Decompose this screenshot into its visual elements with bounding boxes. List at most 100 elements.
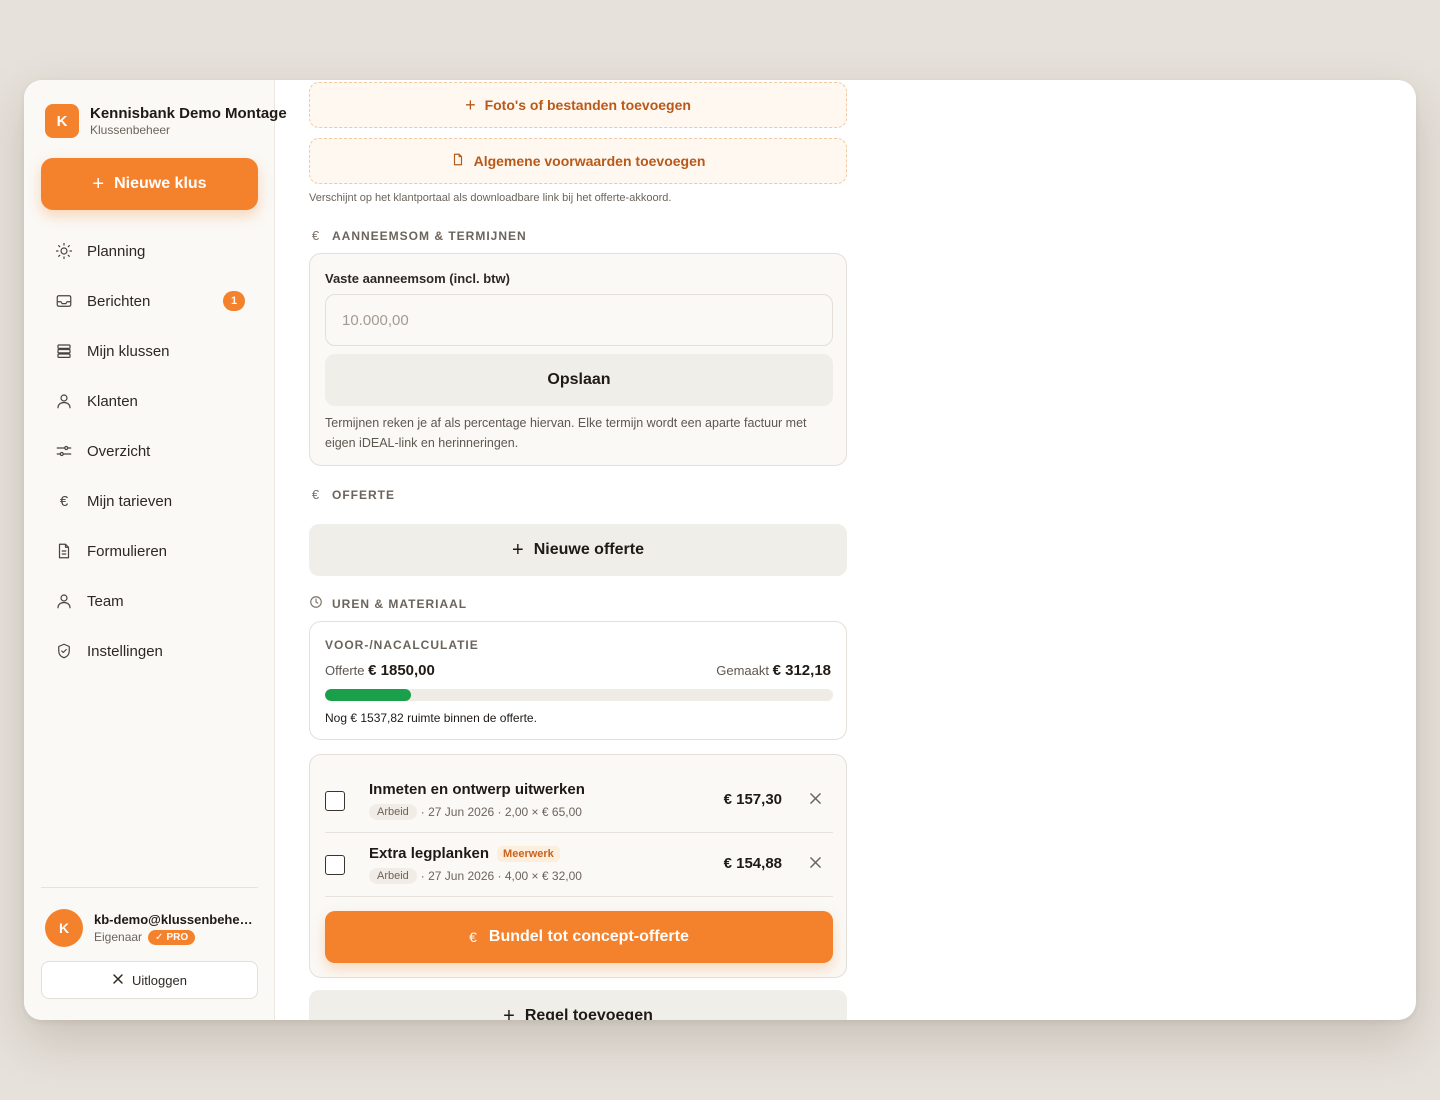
sidebar-nav: Planning Berichten 1 Mijn klussen Klante…	[41, 226, 258, 676]
check-icon: ✓	[155, 931, 164, 943]
sidebar-item-label: Overzicht	[87, 442, 151, 460]
close-icon	[809, 855, 821, 873]
row-title: Inmeten en ontwerp uitwerken	[369, 781, 585, 798]
sidebar-item-formulieren[interactable]: Formulieren	[41, 526, 258, 576]
divider	[41, 887, 258, 888]
unread-badge: 1	[223, 291, 245, 311]
type-tag: Arbeid	[369, 868, 417, 884]
row-meta: · 27 Jun 2026 · 2,00 × € 65,00	[420, 805, 582, 819]
sun-icon	[54, 241, 74, 261]
user-profile[interactable]: K kb-demo@klussenbeheer.nl Eigenaar ✓ PR…	[45, 909, 254, 947]
terms-hint: Verschijnt op het klantportaal als downl…	[309, 192, 672, 204]
bundle-to-quote-button[interactable]: € Bundel tot concept-offerte	[325, 911, 833, 963]
euro-icon: €	[469, 929, 477, 945]
main-content: + Foto's of bestanden toevoegen Algemene…	[275, 80, 1416, 1020]
list-item: Extra legplanken Meerwerk Arbeid · 27 Ju…	[325, 833, 833, 897]
line-items-card: Inmeten en ontwerp uitwerken Arbeid · 27…	[309, 754, 847, 978]
contract-card: Vaste aanneemsom (incl. btw) Opslaan Ter…	[309, 253, 847, 466]
sliders-icon	[54, 441, 74, 461]
close-icon	[112, 973, 124, 988]
row-checkbox[interactable]	[325, 791, 345, 811]
clock-icon	[309, 595, 323, 612]
row-amount: € 157,30	[723, 791, 782, 808]
remove-row-button[interactable]	[805, 854, 825, 874]
budget-progress-fill	[325, 689, 411, 701]
brand-subtitle: Klussenbeheer	[90, 123, 171, 137]
sidebar-item-berichten[interactable]: Berichten 1	[41, 276, 258, 326]
save-button[interactable]: Opslaan	[325, 354, 833, 406]
app-window: K Kennisbank Demo Montage Klussenbeheer …	[24, 80, 1416, 1020]
sidebar-item-label: Klanten	[87, 392, 138, 410]
row-meta: · 27 Jun 2026 · 4,00 × € 32,00	[420, 869, 582, 883]
sidebar-item-mijn-klussen[interactable]: Mijn klussen	[41, 326, 258, 376]
contract-amount-input[interactable]	[325, 294, 833, 346]
sidebar-item-label: Mijn tarieven	[87, 492, 173, 510]
new-job-label: Nieuwe klus	[114, 175, 207, 192]
extra-work-badge: Meerwerk	[497, 845, 560, 862]
budget-remaining-note: Nog € 1537,82 ruimte binnen de offerte.	[325, 711, 537, 725]
contract-section-title: € AANNEEMSOM & TERMIJNEN	[309, 228, 527, 243]
plus-icon: +	[465, 94, 476, 115]
remove-row-button[interactable]	[805, 790, 825, 810]
budget-progress-bar	[325, 689, 833, 701]
hours-section-title: UREN & MATERIAAL	[309, 595, 467, 612]
sidebar-item-label: Planning	[87, 242, 146, 260]
close-icon	[809, 791, 821, 809]
contract-field-label: Vaste aanneemsom (incl. btw)	[325, 271, 510, 286]
row-checkbox[interactable]	[325, 855, 345, 875]
sidebar-item-label: Team	[87, 592, 124, 610]
list-item: Inmeten en ontwerp uitwerken Arbeid · 27…	[325, 769, 833, 833]
sidebar-item-team[interactable]: Team	[41, 576, 258, 626]
user-icon	[54, 591, 74, 611]
add-terms-label: Algemene voorwaarden toevoegen	[473, 153, 706, 169]
quote-section-title: € OFFERTE	[309, 487, 395, 502]
plus-icon: +	[512, 539, 524, 561]
add-terms-button[interactable]: Algemene voorwaarden toevoegen	[309, 138, 847, 184]
euro-icon: €	[311, 487, 321, 502]
logout-button[interactable]: Uitloggen	[41, 961, 258, 999]
sidebar-item-overzicht[interactable]: Overzicht	[41, 426, 258, 476]
quote-total: Offerte € 1850,00	[325, 662, 435, 679]
pro-badge: ✓ PRO	[148, 929, 196, 945]
user-role: Eigenaar	[94, 930, 143, 944]
row-amount: € 154,88	[723, 855, 782, 872]
add-files-button[interactable]: + Foto's of bestanden toevoegen	[309, 82, 847, 128]
calculation-title: VOOR-/NACALCULATIE	[325, 638, 479, 652]
made-total: Gemaakt € 312,18	[716, 662, 831, 679]
document-icon	[451, 152, 465, 170]
sidebar-item-mijn-tarieven[interactable]: € Mijn tarieven	[41, 476, 258, 526]
shield-icon	[54, 641, 74, 661]
contract-note: Termijnen reken je af als percentage hie…	[325, 416, 807, 450]
logout-label: Uitloggen	[132, 972, 187, 988]
calculation-card: VOOR-/NACALCULATIE Offerte € 1850,00 Gem…	[309, 621, 847, 740]
sidebar-item-klanten[interactable]: Klanten	[41, 376, 258, 426]
stack-icon	[54, 341, 74, 361]
row-title: Extra legplanken	[369, 845, 490, 862]
new-job-button[interactable]: + Nieuwe klus	[41, 158, 258, 210]
sidebar-item-label: Mijn klussen	[87, 342, 170, 360]
sidebar: K Kennisbank Demo Montage Klussenbeheer …	[24, 80, 287, 1020]
bundle-label: Bundel tot concept-offerte	[488, 928, 689, 945]
add-row-button[interactable]: + Regel toevoegen	[309, 990, 847, 1020]
inbox-icon	[54, 291, 74, 311]
add-files-label: Foto's of bestanden toevoegen	[484, 97, 691, 113]
brand[interactable]: K Kennisbank Demo Montage Klussenbeheer	[45, 104, 287, 138]
euro-icon: €	[59, 492, 69, 510]
sidebar-item-label: Berichten	[87, 292, 151, 310]
brand-title: Kennisbank Demo Montage	[90, 105, 287, 122]
document-icon	[54, 541, 74, 561]
sidebar-item-label: Formulieren	[87, 542, 168, 560]
plus-icon: +	[92, 173, 105, 195]
euro-icon: €	[311, 228, 321, 243]
brand-logo: K	[45, 104, 79, 138]
sidebar-item-label: Instellingen	[87, 642, 163, 660]
type-tag: Arbeid	[369, 804, 417, 820]
add-row-label: Regel toevoegen	[524, 1007, 653, 1020]
divider	[325, 896, 833, 897]
new-quote-label: Nieuwe offerte	[533, 541, 644, 558]
sidebar-item-instellingen[interactable]: Instellingen	[41, 626, 258, 676]
new-quote-button[interactable]: + Nieuwe offerte	[309, 524, 847, 576]
avatar: K	[45, 909, 83, 947]
user-icon	[54, 391, 74, 411]
sidebar-item-planning[interactable]: Planning	[41, 226, 258, 276]
